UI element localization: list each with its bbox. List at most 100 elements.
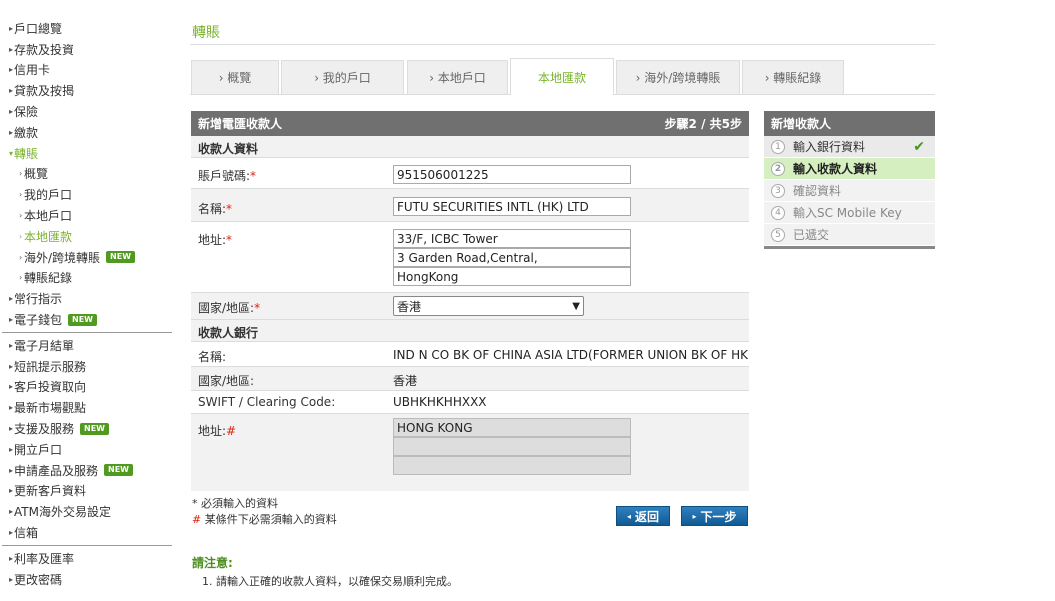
sidebar-item-open-account[interactable]: ▸ 開立戶口	[0, 439, 172, 460]
chevron-right-icon: ›	[19, 231, 23, 241]
arrow-right-icon: ▸	[9, 340, 14, 350]
sidebar-item-investment-profile[interactable]: ▸ 客戶投資取向	[0, 377, 172, 398]
address-label: 地址:*	[198, 233, 233, 247]
sidebar-item-atm-overseas[interactable]: ▸ ATM海外交易設定	[0, 501, 172, 522]
sidebar-subitem-local-accounts[interactable]: › 本地戶口	[0, 205, 172, 226]
arrow-right-icon: ▸	[9, 507, 14, 517]
section-bank-title: 收款人銀行	[198, 326, 259, 340]
sidebar-item-standing-instructions[interactable]: ▸ 常行指示	[0, 288, 172, 309]
bank-name-value: IND N CO BK OF CHINA ASIA LTD(FORMER UNI…	[393, 348, 748, 362]
sidebar-item-e-statement[interactable]: ▸ 電子月結單	[0, 335, 172, 356]
sidebar-item-label: 保險	[14, 105, 39, 120]
sidebar-item-account-overview[interactable]: ▸ 戶口總覽	[0, 18, 172, 39]
sidebar-item-label: 電子月結單	[14, 338, 75, 353]
arrow-right-icon: ▸	[9, 107, 14, 117]
name-label: 名稱:*	[198, 202, 233, 216]
arrow-right-icon: ▸	[9, 294, 14, 304]
new-badge: NEW	[106, 251, 136, 264]
sidebar-divider	[2, 544, 172, 546]
sidebar-item-insurance[interactable]: ▸ 保險	[0, 101, 172, 122]
account-number-input[interactable]: 951506001225	[393, 165, 631, 184]
tab-my-accounts[interactable]: › 我的戶口	[281, 60, 404, 94]
form-header: 新增電匯收款人 步驟2 / 共5步	[191, 111, 749, 136]
steps-panel: 新增收款人 1 輸入銀行資料 ✔ 2 輸入收款人資料 3 確認資料 4 輸入SC…	[764, 111, 935, 249]
sidebar-item-loans[interactable]: ▸ 貸款及按揭	[0, 80, 172, 101]
arrow-down-icon: ▾	[9, 148, 14, 158]
tab-overseas-transfer[interactable]: › 海外/跨境轉賬	[616, 60, 740, 94]
sidebar-item-label: 繳款	[14, 125, 39, 140]
sidebar-subitem-local-remittance[interactable]: › 本地匯款	[0, 226, 172, 247]
sidebar-item-support[interactable]: ▸ 支援及服務 NEW	[0, 418, 172, 439]
tab-local-remittance[interactable]: 本地匯款	[510, 58, 614, 95]
bank-country-row: 國家/地區: 香港	[191, 367, 749, 391]
arrow-right-icon: ▸	[9, 574, 14, 584]
bank-address-line-3	[393, 456, 631, 475]
sidebar-item-mailbox[interactable]: ▸ 信箱	[0, 522, 172, 543]
sidebar-subitem-overseas-transfer[interactable]: › 海外/跨境轉賬 NEW	[0, 247, 172, 268]
sidebar-item-label: 信用卡	[14, 63, 51, 78]
chevron-right-icon: ›	[19, 169, 23, 179]
steps-title: 新增收款人	[764, 111, 935, 136]
sidebar-item-label: 客戶投資取向	[14, 380, 87, 395]
sidebar-nav: ▸ 戶口總覽 ▸ 存款及投資 ▸ 信用卡 ▸ 貸款及按揭 ▸ 保險 ▸ 繳款 ▾ 轉賬 › 概覽…	[0, 18, 172, 590]
name-row: 名稱:* FUTU SECURITIES INTL (HK) LTD	[191, 189, 749, 222]
chevron-down-icon: ▼	[572, 300, 580, 312]
address-line-1-input[interactable]: 33/F, ICBC Tower	[393, 229, 631, 248]
address-row: 地址:* 33/F, ICBC Tower 3 Garden Road,Cent…	[191, 222, 749, 293]
sidebar-item-label: 申請產品及服務	[14, 463, 99, 478]
new-badge: NEW	[80, 422, 109, 435]
section-bank-row: 收款人銀行	[191, 320, 749, 342]
sidebar-item-credit-card[interactable]: ▸ 信用卡	[0, 60, 172, 81]
address-line-2-input[interactable]: 3 Garden Road,Central,	[393, 248, 631, 267]
tab-overview[interactable]: › 概覽	[191, 60, 279, 94]
caret-right-icon: ▸	[692, 511, 697, 521]
swift-value: UBHKHKHHXXX	[393, 395, 487, 409]
country-label: 國家/地區:*	[198, 301, 261, 315]
arrow-right-icon: ▸	[9, 86, 14, 96]
sidebar-item-sms-alerts[interactable]: ▸ 短訊提示服務	[0, 356, 172, 377]
sidebar-item-apply-products[interactable]: ▸ 申請產品及服務 NEW	[0, 460, 172, 481]
sidebar-subitem-transfer-history[interactable]: › 轉賬紀錄	[0, 268, 172, 289]
sidebar-item-label: 概覽	[24, 167, 49, 182]
arrow-right-icon: ▸	[9, 127, 14, 137]
next-button[interactable]: ▸ 下一步	[681, 506, 748, 526]
caret-left-icon: ◂	[626, 511, 631, 521]
bank-address-line-2	[393, 437, 631, 456]
tab-local-accounts[interactable]: › 本地戶口	[407, 60, 508, 94]
chevron-right-icon: ›	[19, 211, 23, 221]
sidebar-item-update-profile[interactable]: ▸ 更新客戶資料	[0, 481, 172, 502]
step-label: 輸入銀行資料	[793, 140, 866, 154]
payee-name-input[interactable]: FUTU SECURITIES INTL (HK) LTD	[393, 197, 631, 216]
arrow-right-icon: ▸	[9, 424, 14, 434]
step-item: 4 輸入SC Mobile Key	[764, 202, 935, 224]
account-row: 賬戶號碼:* 951506001225	[191, 158, 749, 189]
address-line-3-input[interactable]: HongKong	[393, 267, 631, 286]
arrow-right-icon: ▸	[9, 44, 14, 54]
sidebar-item-rates[interactable]: ▸ 利率及匯率	[0, 548, 172, 569]
sidebar-item-market-views[interactable]: ▸ 最新市場觀點	[0, 397, 172, 418]
step-indicator: 步驟2 / 共5步	[664, 117, 742, 131]
sidebar-item-change-password[interactable]: ▸ 更改密碼	[0, 569, 172, 590]
chevron-right-icon: ›	[19, 190, 23, 200]
required-note: * 必須輸入的資料	[192, 497, 278, 510]
page-title: 轉賬	[192, 25, 220, 41]
sidebar-item-label: 戶口總覽	[14, 21, 63, 36]
bank-address-row: 地址:# HONG KONG	[191, 414, 749, 475]
notice-title: 請注意:	[192, 556, 233, 570]
step-item: 5 已遞交	[764, 224, 935, 246]
tab-bar: › 概覽 › 我的戶口 › 本地戶口 本地匯款 › 海外/跨境轉賬 › 轉賬紀錄	[190, 58, 935, 95]
sidebar-item-e-wallet[interactable]: ▸ 電子錢包 NEW	[0, 309, 172, 330]
sidebar-item-transfer[interactable]: ▾ 轉賬	[0, 143, 172, 164]
country-select[interactable]: 香港 ▼	[393, 296, 584, 316]
swift-row: SWIFT / Clearing Code: UBHKHKHHXXX	[191, 391, 749, 414]
tab-transfer-history[interactable]: › 轉賬紀錄	[742, 60, 844, 94]
bank-name-row: 名稱: IND N CO BK OF CHINA ASIA LTD(FORMER…	[191, 342, 749, 367]
sidebar-subitem-my-accounts[interactable]: › 我的戶口	[0, 184, 172, 205]
form-title: 新增電匯收款人	[198, 117, 283, 131]
sidebar-item-deposits[interactable]: ▸ 存款及投資	[0, 39, 172, 60]
sidebar-item-label: 更改密碼	[14, 572, 63, 587]
back-button[interactable]: ◂ 返回	[616, 506, 670, 526]
sidebar-item-payments[interactable]: ▸ 繳款	[0, 122, 172, 143]
sidebar-subitem-overview[interactable]: › 概覽	[0, 164, 172, 185]
sidebar-item-label: 常行指示	[14, 292, 63, 307]
